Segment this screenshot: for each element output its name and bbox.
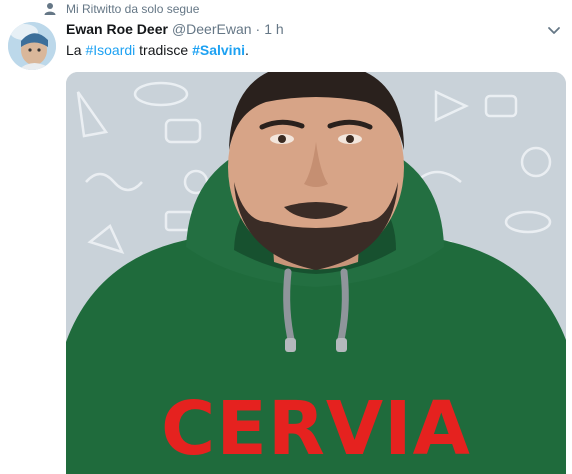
tweet-header: Ewan Roe Deer @DeerEwan · 1 h [66,21,284,39]
hashtag-link-isoardi[interactable]: #Isoardi [85,42,135,58]
user-icon [44,2,56,16]
author-handle[interactable]: @DeerEwan [172,21,252,37]
tweet-timestamp[interactable]: 1 h [264,21,283,37]
separator-dot: · [255,21,261,37]
tweet-media-image[interactable]: CERVIA [66,72,566,474]
tweet-text-middle: tradisce [135,42,193,58]
author-name[interactable]: Ewan Roe Deer [66,21,168,37]
hashtag-link-salvini[interactable]: #Salvini [192,42,245,58]
meme-caption: CERVIA [161,386,471,472]
chevron-down-icon[interactable] [546,22,562,38]
retweet-context-text[interactable]: Mi Ritwitto da solo segue [66,2,199,16]
retweet-context: Mi Ritwitto da solo segue [44,0,199,18]
tweet-text: La #Isoardi tradisce #Salvini. [66,42,249,62]
avatar[interactable] [8,22,56,70]
tweet-text-suffix: . [245,42,249,58]
tweet-text-prefix: La [66,42,86,58]
